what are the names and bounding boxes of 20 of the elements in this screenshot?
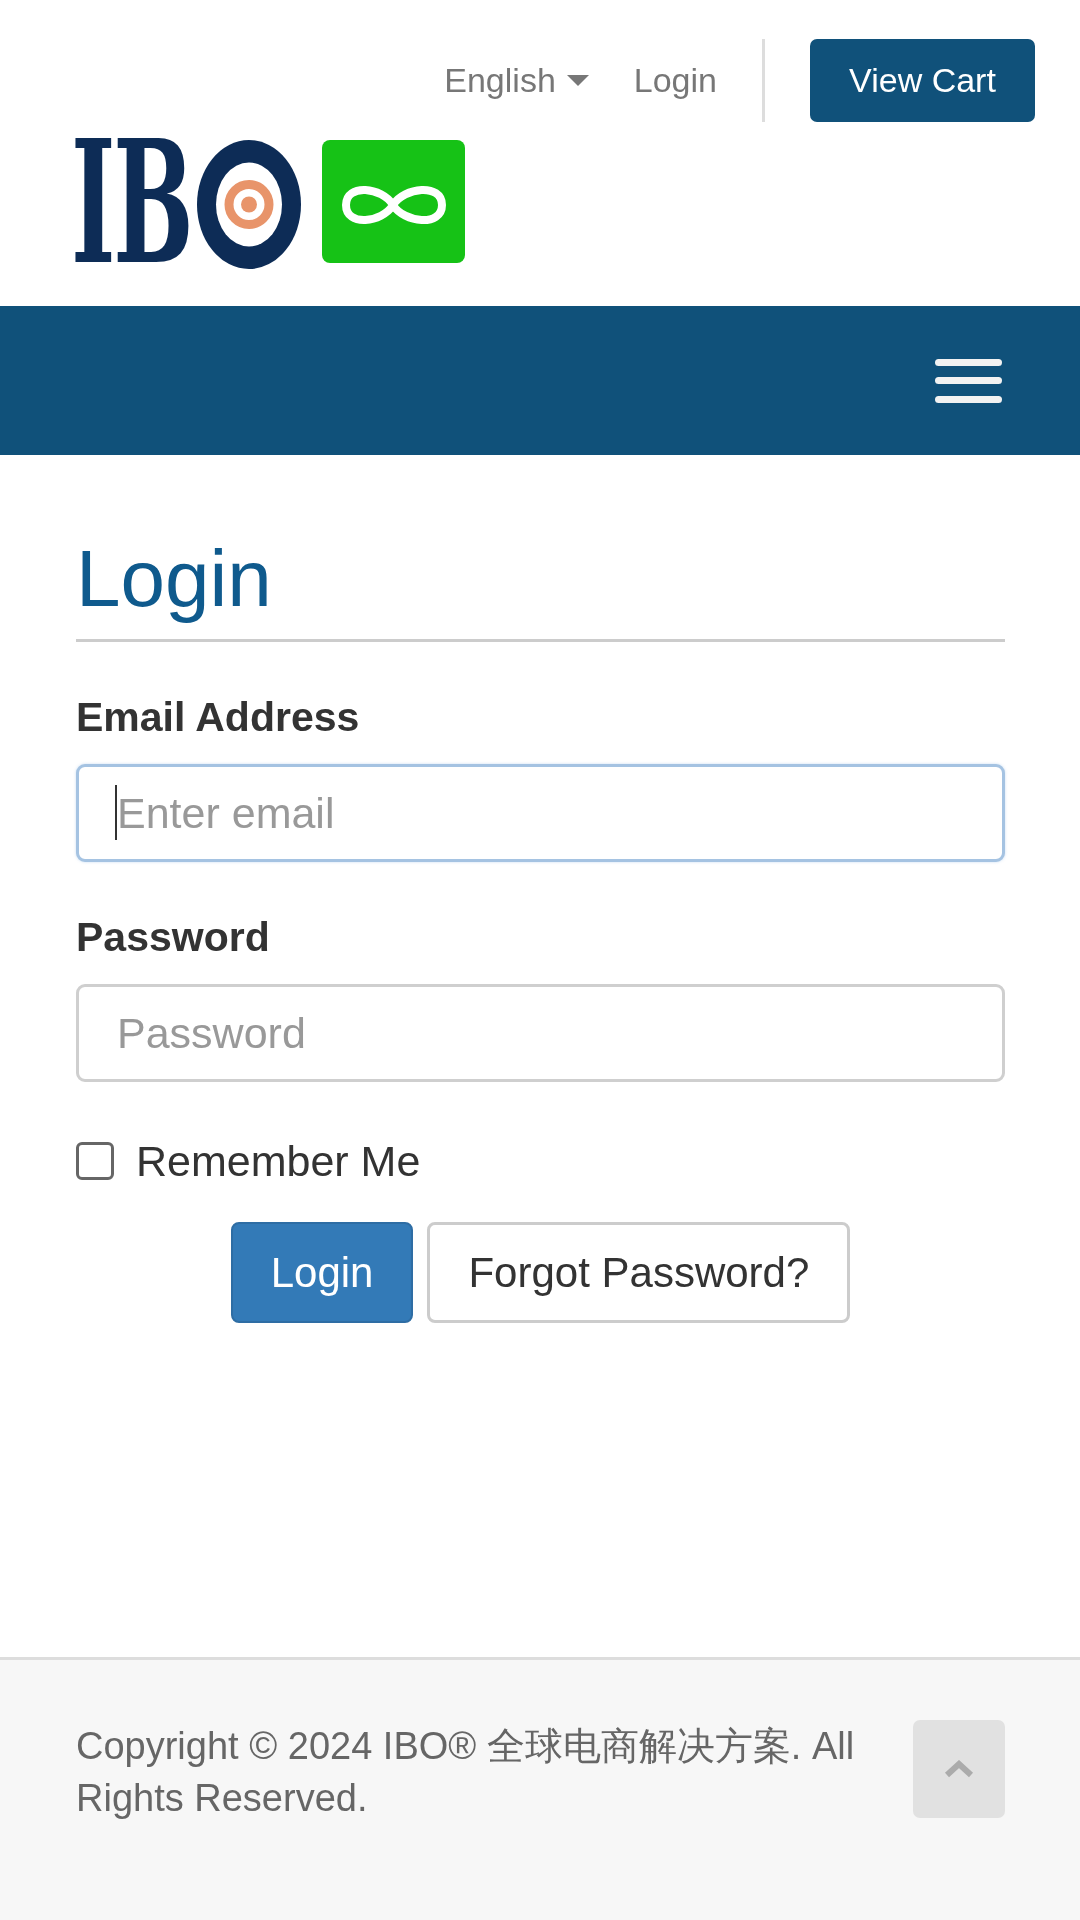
chevron-up-icon bbox=[944, 1760, 974, 1778]
login-link[interactable]: Login bbox=[633, 61, 717, 100]
copyright-text: Copyright © 2024 IBO® 全球电商解决方案. All Rights Reserved. bbox=[76, 1724, 856, 1821]
caret-down-icon bbox=[566, 75, 589, 86]
view-cart-button[interactable]: View Cart bbox=[810, 39, 1035, 122]
input-field[interactable]: Password bbox=[76, 984, 1005, 1082]
menu-icon[interactable] bbox=[935, 358, 1002, 403]
login-button[interactable]: Login bbox=[230, 1222, 414, 1323]
infinity-logo-icon bbox=[322, 140, 465, 263]
remember-checkbox[interactable] bbox=[76, 1142, 114, 1180]
field-label: Password bbox=[76, 913, 270, 962]
page-title: Login bbox=[76, 535, 272, 623]
logo-text: IB bbox=[71, 132, 192, 272]
target-logo-icon bbox=[197, 140, 301, 269]
field-label: Email Address bbox=[76, 693, 360, 742]
language-dropdown[interactable]: English bbox=[444, 61, 589, 100]
text-cursor bbox=[115, 785, 117, 840]
checkbox-label: Remember Me bbox=[136, 1136, 421, 1186]
input-field[interactable]: Enter email bbox=[76, 764, 1005, 862]
forgot-password-button[interactable]: Forgot Password? bbox=[427, 1222, 851, 1323]
